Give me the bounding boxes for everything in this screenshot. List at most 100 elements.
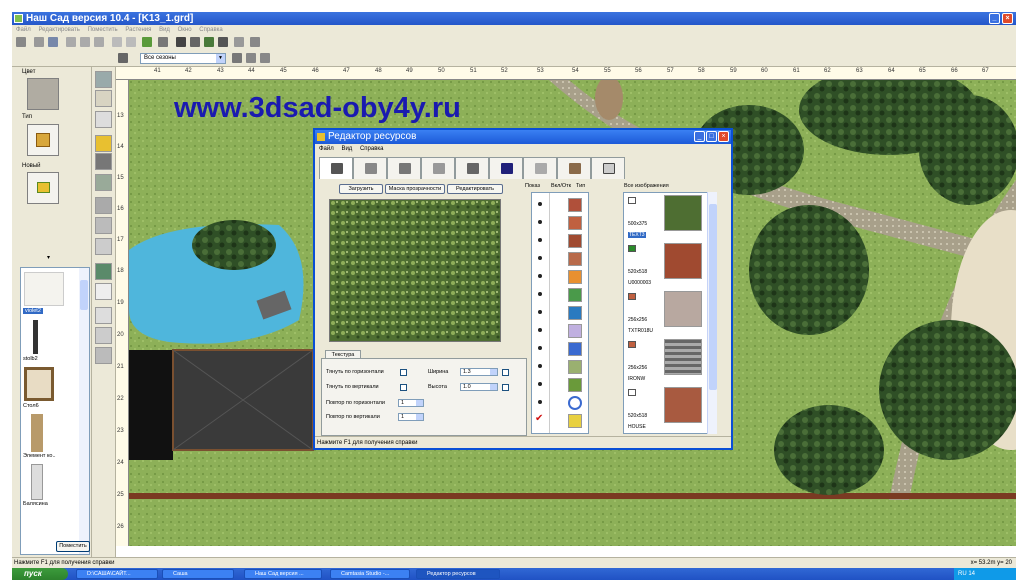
width-input[interactable]: 1.3: [460, 368, 498, 376]
light-tool-icon[interactable]: [95, 174, 112, 191]
page-icon[interactable]: [190, 37, 200, 47]
tab-roof[interactable]: [489, 157, 523, 179]
paste-icon[interactable]: [94, 37, 104, 47]
chevron-down-icon[interactable]: [490, 369, 497, 375]
task-nashsad[interactable]: Наш Сад версия ...: [244, 569, 322, 579]
minimize-button[interactable]: _: [989, 13, 1000, 24]
undo-icon[interactable]: [112, 37, 122, 47]
edit-button[interactable]: Редактировать: [447, 184, 503, 194]
house-tool-icon[interactable]: [95, 90, 112, 107]
save-icon[interactable]: [48, 37, 58, 47]
open-icon[interactable]: [34, 37, 44, 47]
chevron-down-icon[interactable]: [416, 414, 423, 420]
triangle-icon[interactable]: [218, 37, 228, 47]
type-selector[interactable]: [27, 124, 59, 156]
tab-camera[interactable]: [319, 157, 353, 179]
redo-icon[interactable]: [126, 37, 136, 47]
mask-button[interactable]: Маска прозрачности: [385, 184, 445, 194]
element-thumb[interactable]: [31, 414, 43, 452]
print-icon[interactable]: [234, 37, 244, 47]
measure-tool-icon[interactable]: [95, 327, 112, 344]
list-item[interactable]: [532, 359, 588, 375]
tools-icon[interactable]: [95, 307, 112, 324]
list-item[interactable]: [532, 197, 588, 213]
list-item[interactable]: Элемент ко..: [23, 453, 56, 459]
fence-tool-icon[interactable]: [95, 111, 112, 128]
tab-bridge[interactable]: [523, 157, 557, 179]
zoom-in-icon[interactable]: [246, 53, 256, 63]
chevron-down-icon[interactable]: [416, 400, 423, 406]
chevron-down-icon[interactable]: ▼: [216, 54, 225, 63]
post-thumb[interactable]: [33, 320, 38, 354]
height-lock-checkbox[interactable]: [502, 384, 509, 391]
task-folder[interactable]: Саша: [162, 569, 234, 579]
chevron-down-icon[interactable]: [490, 384, 497, 390]
image-item[interactable]: 256x256 IRONW: [626, 339, 708, 386]
dialog-menu-help[interactable]: Справка: [360, 146, 384, 152]
scrollbar-thumb[interactable]: [80, 280, 88, 310]
list-item[interactable]: stolb2: [23, 356, 38, 362]
task-explorer[interactable]: D:\САША\САЙТ...: [76, 569, 158, 579]
repeat-h-input[interactable]: 1: [398, 399, 424, 407]
start-button[interactable]: пуск: [12, 568, 68, 580]
document-tool-icon[interactable]: [95, 283, 112, 300]
table-thumb[interactable]: [24, 367, 54, 401]
image-item[interactable]: 520x518 HOUSE: [626, 387, 708, 433]
menu-view[interactable]: Вид: [159, 27, 170, 33]
image-list-scrollbar[interactable]: [707, 192, 717, 434]
list-item[interactable]: Балясина: [23, 501, 48, 507]
list-item[interactable]: Стол6: [23, 403, 39, 409]
stretch-v-checkbox[interactable]: [400, 384, 407, 391]
fence-thumb[interactable]: [24, 272, 64, 306]
dialog-menu-file[interactable]: Файл: [319, 146, 334, 152]
list-item[interactable]: [532, 269, 588, 285]
dialog-maximize-button[interactable]: □: [706, 131, 717, 142]
pointer-icon[interactable]: [176, 37, 186, 47]
image-item[interactable]: 520x518 U0000003: [626, 243, 708, 290]
season-select[interactable]: Все сезоны ▼: [140, 53, 226, 64]
list-item[interactable]: violet2: [23, 308, 43, 314]
place-button[interactable]: Поместить: [56, 541, 90, 552]
list-icon[interactable]: [250, 37, 260, 47]
list-item[interactable]: ✔: [532, 413, 588, 429]
stretch-h-checkbox[interactable]: [400, 369, 407, 376]
list-item[interactable]: [532, 323, 588, 339]
brick-tool-icon[interactable]: [95, 347, 112, 364]
image-item[interactable]: 500x375 TEXT3: [626, 195, 708, 242]
image-item[interactable]: 256x256 TXTR018U: [626, 291, 708, 338]
tab-plant[interactable]: [387, 157, 421, 179]
dialog-menu-view[interactable]: Вид: [341, 146, 352, 152]
plant-icon[interactable]: [142, 37, 152, 47]
globe-icon[interactable]: [158, 37, 168, 47]
image-list[interactable]: 500x375 TEXT3 520x518 U0000003 256x256 T…: [623, 192, 717, 434]
load-button[interactable]: Загрузить: [339, 184, 383, 194]
tab-door[interactable]: [353, 157, 387, 179]
scrollbar-thumb[interactable]: [709, 204, 717, 390]
new-object-button[interactable]: [27, 172, 59, 204]
texture-tool-icon[interactable]: [95, 238, 112, 255]
menu-window[interactable]: Окно: [178, 27, 192, 33]
grid-tool-icon[interactable]: [95, 217, 112, 234]
tab-lamp[interactable]: [557, 157, 591, 179]
zoom-out-icon[interactable]: [260, 53, 270, 63]
cut-icon[interactable]: [66, 37, 76, 47]
list-scrollbar[interactable]: [79, 268, 89, 554]
baluster-thumb[interactable]: [31, 464, 43, 500]
menu-edit[interactable]: Редактировать: [38, 27, 79, 33]
dialog-minimize-button[interactable]: _: [694, 131, 705, 142]
new-icon[interactable]: [16, 37, 26, 47]
object-list[interactable]: violet2 stolb2 Стол6 Элемент ко.. Баляси…: [20, 267, 90, 555]
resource-list[interactable]: ✔: [531, 192, 589, 434]
dialog-close-button[interactable]: ×: [718, 131, 729, 142]
tab-texture[interactable]: [421, 157, 455, 179]
path-tool-icon[interactable]: [95, 197, 112, 214]
task-resource-editor[interactable]: Редактор ресурсов: [416, 569, 500, 579]
list-item[interactable]: [532, 251, 588, 267]
terrain-icon[interactable]: [204, 37, 214, 47]
height-input[interactable]: 1.0: [460, 383, 498, 391]
list-item[interactable]: [532, 233, 588, 249]
list-item[interactable]: [532, 215, 588, 231]
list-item[interactable]: [532, 287, 588, 303]
wall-tool-icon[interactable]: [95, 71, 112, 88]
camera-tool-icon[interactable]: [95, 153, 112, 170]
